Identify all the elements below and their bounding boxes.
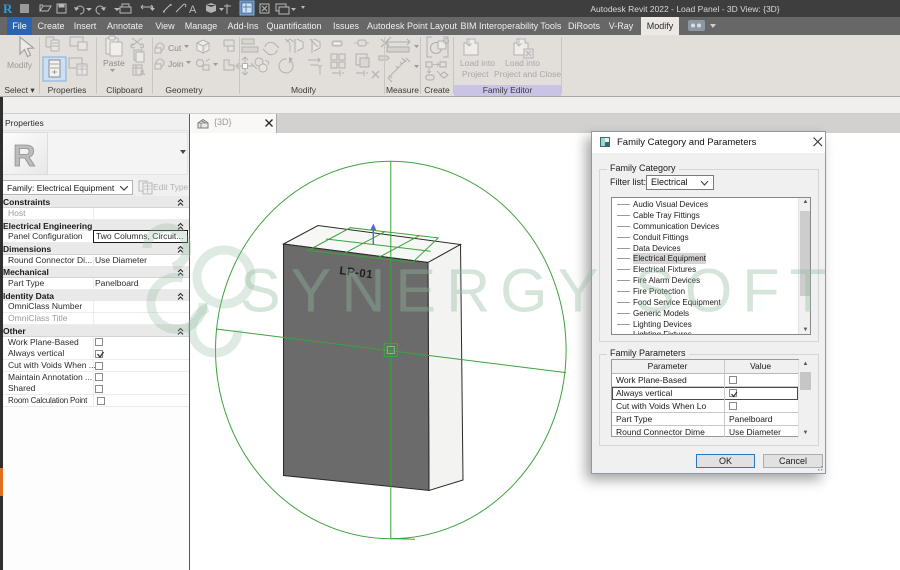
- svg-text:Load into: Load into: [505, 58, 540, 68]
- svg-text:Modify: Modify: [7, 60, 33, 70]
- svg-text:Join: Join: [168, 59, 184, 69]
- svg-text:Paste: Paste: [103, 58, 125, 68]
- svg-text:Project and Close: Project and Close: [494, 69, 561, 79]
- svg-text:R: R: [13, 138, 35, 173]
- svg-text:A: A: [189, 4, 197, 16]
- svg-text:Load into: Load into: [460, 58, 495, 68]
- svg-text:Project: Project: [462, 69, 489, 79]
- svg-text:R: R: [3, 1, 13, 16]
- svg-text:Cut: Cut: [168, 43, 182, 53]
